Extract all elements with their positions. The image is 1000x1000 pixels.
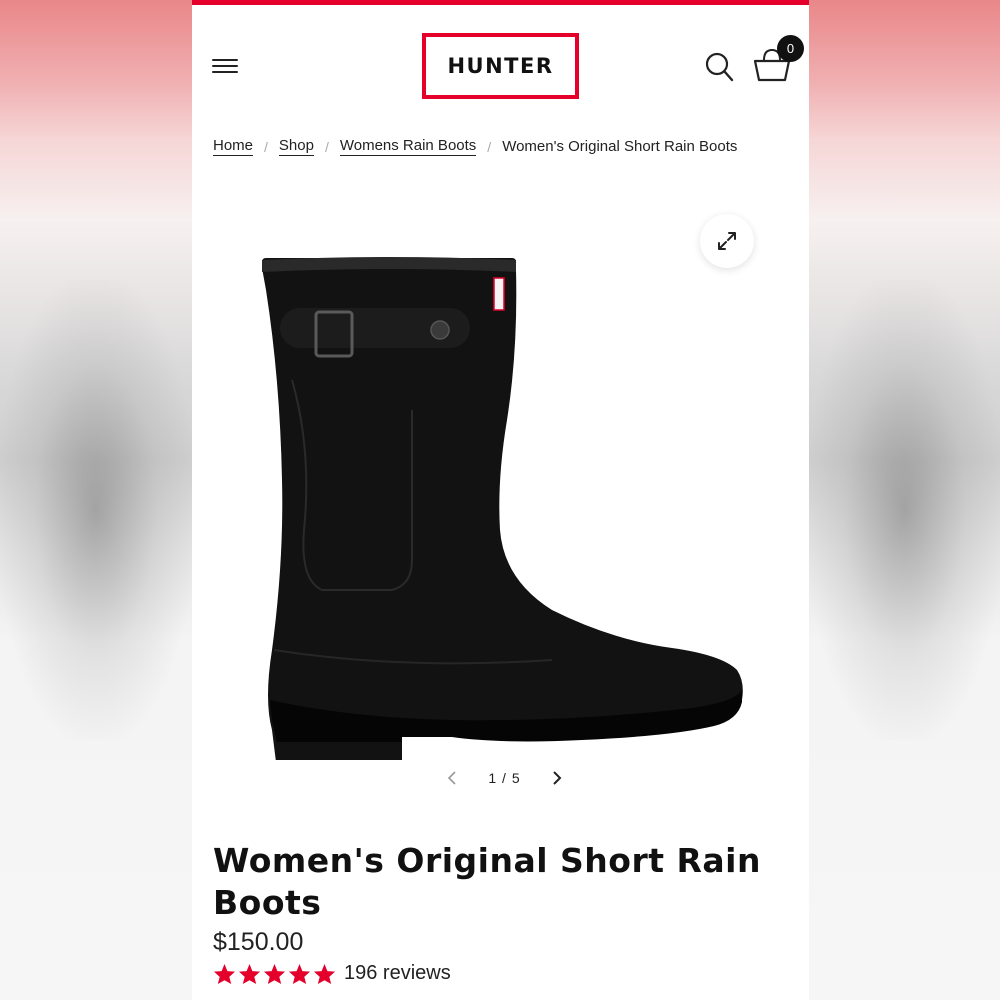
star-icon xyxy=(263,963,286,984)
gallery-total-pages: 5 xyxy=(511,770,521,786)
breadcrumb-current: Women's Original Short Rain Boots xyxy=(502,138,738,155)
product-page: HUNTER 0 Home / Shop / Womens Rain Boots… xyxy=(192,0,809,1000)
breadcrumb-separator: / xyxy=(264,138,268,155)
product-image[interactable] xyxy=(252,230,752,760)
breadcrumb-separator: / xyxy=(324,138,329,155)
breadcrumb-separator: / xyxy=(487,138,492,155)
expand-arrows-icon[interactable] xyxy=(700,214,754,268)
cart-count-badge[interactable]: 0 xyxy=(777,35,804,62)
breadcrumb: Home / Shop / Womens Rain Boots / Women'… xyxy=(213,137,737,156)
breadcrumb-womens-rain-boots[interactable]: Womens Rain Boots xyxy=(339,137,477,156)
star-icon xyxy=(238,963,261,984)
product-title: Women's Original Short Rain Boots xyxy=(213,841,761,922)
gallery-current-page: 1 xyxy=(488,770,498,786)
chevron-left-icon[interactable] xyxy=(442,768,462,788)
product-price: $150.00 xyxy=(213,928,304,956)
reviews-link[interactable]: 196 reviews xyxy=(344,962,451,985)
chevron-right-icon[interactable] xyxy=(547,768,567,788)
blurred-backdrop-left xyxy=(0,0,192,1000)
top-accent-bar xyxy=(192,0,809,5)
gallery-pager: 1 / 5 xyxy=(442,766,567,790)
gallery-page-indicator: 1 / 5 xyxy=(488,770,520,786)
star-icon xyxy=(313,963,336,984)
star-icon xyxy=(213,963,236,984)
brand-logo-text: HUNTER xyxy=(447,54,554,78)
breadcrumb-home[interactable]: Home xyxy=(213,137,254,156)
brand-logo[interactable]: HUNTER xyxy=(422,33,579,99)
product-image-gallery[interactable] xyxy=(192,200,809,780)
breadcrumb-shop[interactable]: Shop xyxy=(278,137,314,156)
product-rating[interactable]: 196 reviews xyxy=(213,962,451,985)
blurred-backdrop-right xyxy=(809,0,1000,1000)
star-rating xyxy=(213,963,336,985)
gallery-page-divider: / xyxy=(502,770,507,786)
star-icon xyxy=(288,963,311,984)
hamburger-menu-icon[interactable] xyxy=(212,55,240,77)
search-icon[interactable] xyxy=(704,50,736,84)
